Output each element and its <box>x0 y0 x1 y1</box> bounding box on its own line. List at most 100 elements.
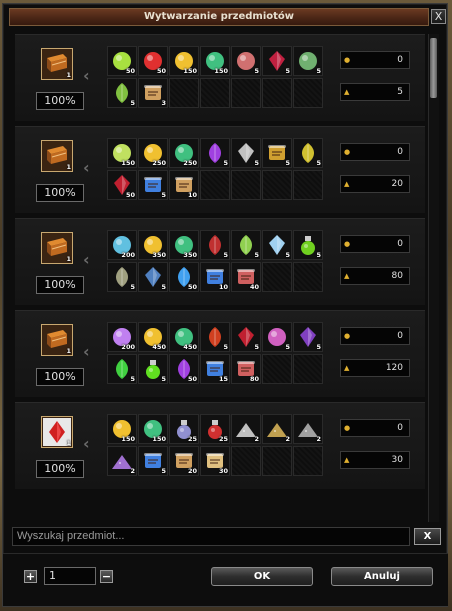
success-chance: 100% <box>36 460 84 478</box>
ingredient-quantity: 5 <box>316 159 321 167</box>
ingredient-slot[interactable]: 80 <box>231 354 261 384</box>
result-item-slot[interactable]: 1 <box>41 416 73 448</box>
ok-button[interactable]: OK <box>211 567 313 586</box>
ingredient-slot[interactable]: 5 <box>231 46 261 76</box>
ingredient-slot[interactable]: 5 <box>293 138 323 168</box>
ingredient-slot[interactable]: 2 <box>231 414 261 444</box>
ingredient-quantity: 2 <box>285 435 290 443</box>
ingredient-slot[interactable]: 5 <box>262 138 292 168</box>
result-item-slot[interactable]: 1 <box>41 232 73 264</box>
recipe-row[interactable]: 1 ‹ 100% 150 150 25 25 2 2 2 2 5 20 30 ● 0 ▲ 30 <box>15 402 425 489</box>
ingredient-slot[interactable]: 150 <box>107 138 137 168</box>
ingredient-slot[interactable]: 5 <box>107 78 137 108</box>
ingredient-slot[interactable]: 5 <box>293 46 323 76</box>
ingredient-slot[interactable]: 15 <box>200 354 230 384</box>
ingredient-slot[interactable]: 20 <box>169 446 199 476</box>
gold-coin-icon: ● <box>344 56 351 64</box>
ingredient-quantity: 350 <box>152 251 166 259</box>
recipe-row[interactable]: 1 ‹ 100% 50 50 150 150 5 5 5 5 3 ● 0 ▲ 5 <box>15 34 425 121</box>
gold-cost-value: 0 <box>397 331 403 341</box>
ingredient-quantity: 250 <box>183 159 197 167</box>
search-clear-button[interactable]: X <box>414 528 441 545</box>
ingredient-slot[interactable]: 5 <box>262 46 292 76</box>
result-item-slot[interactable]: 1 <box>41 48 73 80</box>
ingredient-slot[interactable]: 5 <box>200 230 230 260</box>
ingredient-quantity: 5 <box>223 343 228 351</box>
points-icon: ▲ <box>344 364 350 372</box>
points-cost: ▲ 120 <box>340 359 410 377</box>
result-quantity: 1 <box>66 255 71 263</box>
result-quantity: 1 <box>66 439 71 447</box>
ingredient-slot[interactable]: 5 <box>231 138 261 168</box>
ingredient-slot[interactable]: 5 <box>138 262 168 292</box>
ingredient-slot[interactable]: 2 <box>262 414 292 444</box>
ingredient-slot[interactable]: 50 <box>169 354 199 384</box>
ingredient-slot[interactable]: 10 <box>200 262 230 292</box>
ingredient-slot[interactable]: 25 <box>200 414 230 444</box>
ingredient-slot[interactable]: 200 <box>107 230 137 260</box>
ingredient-slot[interactable]: 5 <box>231 322 261 352</box>
ingredient-slot[interactable]: 5 <box>262 322 292 352</box>
ingredient-slot[interactable]: 200 <box>107 322 137 352</box>
ingredient-slot[interactable]: 450 <box>138 322 168 352</box>
ingredient-slot[interactable]: 150 <box>200 46 230 76</box>
quantity-input[interactable]: 1 <box>44 567 96 585</box>
ingredient-slot[interactable]: 40 <box>231 262 261 292</box>
ingredient-slot[interactable]: 250 <box>169 138 199 168</box>
recipe-row[interactable]: 1 ‹ 100% 200 450 450 5 5 5 5 5 5 50 15 80 ● 0 ▲ 120 <box>15 310 425 397</box>
ingredient-grid: 50 50 150 150 5 5 5 5 3 <box>107 46 331 110</box>
ingredient-slot[interactable]: 50 <box>107 46 137 76</box>
ingredient-slot[interactable]: 2 <box>107 446 137 476</box>
ingredient-quantity: 2 <box>316 435 321 443</box>
window-title[interactable]: Wytwarzanie przedmiotów <box>9 8 429 26</box>
ingredient-slot[interactable]: 30 <box>200 446 230 476</box>
ingredient-slot[interactable]: 5 <box>138 446 168 476</box>
success-chance: 100% <box>36 184 84 202</box>
ingredient-slot[interactable]: 150 <box>169 46 199 76</box>
empty-slot <box>231 170 261 200</box>
close-button[interactable]: X <box>431 9 446 24</box>
ingredient-quantity: 5 <box>161 191 166 199</box>
ingredient-slot[interactable]: 25 <box>169 414 199 444</box>
result-item-slot[interactable]: 1 <box>41 140 73 172</box>
scrollbar-thumb[interactable] <box>430 38 437 98</box>
increase-quantity-button[interactable]: + <box>24 570 37 583</box>
ingredient-slot[interactable]: 5 <box>200 138 230 168</box>
arrow-left-icon: ‹ <box>83 434 90 453</box>
gold-coin-icon: ● <box>344 148 351 156</box>
ingredient-slot[interactable]: 150 <box>107 414 137 444</box>
ingredient-quantity: 50 <box>187 375 197 383</box>
ingredient-slot[interactable]: 350 <box>138 230 168 260</box>
ingredient-slot[interactable]: 50 <box>169 262 199 292</box>
ingredient-slot[interactable]: 5 <box>138 354 168 384</box>
ingredient-slot[interactable]: 2 <box>293 414 323 444</box>
result-item-slot[interactable]: 1 <box>41 324 73 356</box>
ingredient-slot[interactable]: 250 <box>138 138 168 168</box>
ingredient-slot[interactable]: 50 <box>138 46 168 76</box>
ingredient-quantity: 3 <box>161 99 166 107</box>
success-chance: 100% <box>36 368 84 386</box>
ingredient-slot[interactable]: 5 <box>293 230 323 260</box>
ingredient-slot[interactable]: 10 <box>169 170 199 200</box>
empty-slot <box>293 354 323 384</box>
ingredient-slot[interactable]: 150 <box>138 414 168 444</box>
recipe-row[interactable]: 1 ‹ 100% 200 350 350 5 5 5 5 5 5 50 10 40 ● 0 ▲ 80 <box>15 218 425 305</box>
decrease-quantity-button[interactable]: − <box>100 570 113 583</box>
ingredient-slot[interactable]: 350 <box>169 230 199 260</box>
ingredient-slot[interactable]: 5 <box>138 170 168 200</box>
ingredient-slot[interactable]: 5 <box>107 354 137 384</box>
gold-cost: ● 0 <box>340 419 410 437</box>
recipe-list-scrollbar[interactable] <box>428 34 439 522</box>
ingredient-quantity: 5 <box>316 67 321 75</box>
ingredient-slot[interactable]: 450 <box>169 322 199 352</box>
ingredient-slot[interactable]: 5 <box>293 322 323 352</box>
ingredient-slot[interactable]: 5 <box>107 262 137 292</box>
ingredient-slot[interactable]: 5 <box>262 230 292 260</box>
ingredient-slot[interactable]: 3 <box>138 78 168 108</box>
ingredient-slot[interactable]: 5 <box>231 230 261 260</box>
search-input[interactable]: Wyszukaj przedmiot... <box>12 527 410 546</box>
ingredient-slot[interactable]: 5 <box>200 322 230 352</box>
recipe-row[interactable]: 1 ‹ 100% 150 250 250 5 5 5 5 50 5 10 ● 0 ▲ 20 <box>15 126 425 213</box>
ingredient-slot[interactable]: 50 <box>107 170 137 200</box>
cancel-button[interactable]: Anuluj <box>331 567 433 586</box>
